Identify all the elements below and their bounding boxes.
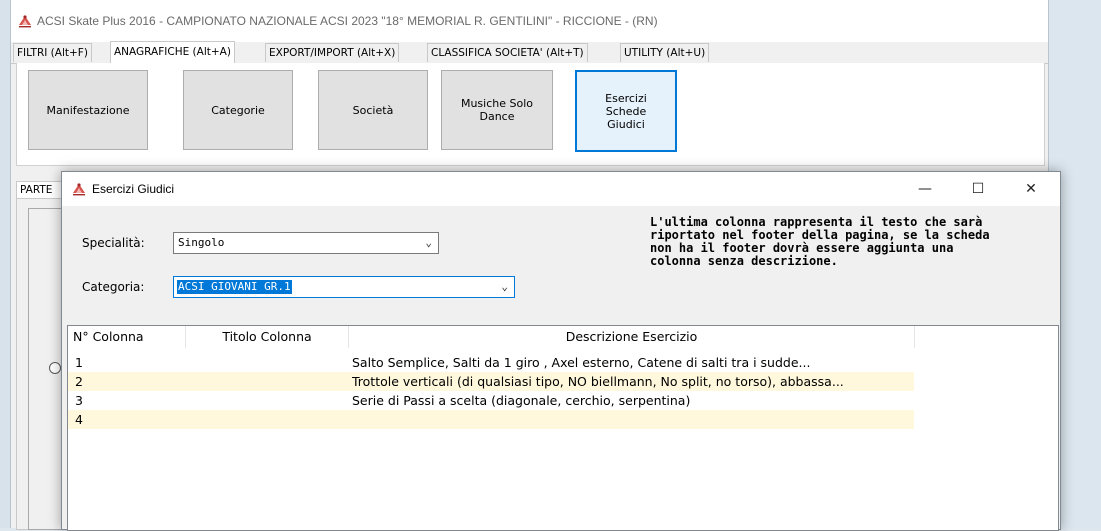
cell-num: 1: [75, 355, 83, 370]
tab-parte[interactable]: PARTE: [16, 181, 67, 199]
tab-export-import[interactable]: EXPORT/IMPORT (Alt+X): [265, 43, 400, 62]
esercizi-schede-giudici-button[interactable]: Esercizi Schede Giudici: [575, 70, 677, 152]
esercizi-grid[interactable]: N° Colonna Titolo Colonna Descrizione Es…: [67, 325, 1059, 531]
dialog-title-bar: Esercizi Giudici — ☐ ✕: [62, 172, 1060, 206]
categoria-label: Categoria:: [82, 280, 145, 294]
anagrafiche-panel: Manifestazione Categorie Società Musiche…: [16, 63, 1045, 166]
header-descrizione-esercizio[interactable]: Descrizione Esercizio: [349, 326, 915, 348]
table-row[interactable]: 1 Salto Semplice, Salti da 1 giro , Axel…: [68, 353, 914, 372]
table-row[interactable]: 4: [68, 410, 914, 429]
tab-filtri[interactable]: FILTRI (Alt+F): [13, 43, 92, 62]
tab-classifica-societa[interactable]: CLASSIFICA SOCIETA' (Alt+T): [427, 43, 588, 62]
chevron-down-icon: ⌄: [501, 280, 508, 293]
cell-descrizione: Salto Semplice, Salti da 1 giro , Axel e…: [352, 355, 811, 370]
skater-logo-icon: [73, 183, 85, 196]
societa-button[interactable]: Società: [318, 70, 428, 150]
specialita-label: Specialità:: [82, 236, 145, 250]
radio-button[interactable]: [49, 362, 61, 374]
main-title-bar: ACSI Skate Plus 2016 - CAMPIONATO NAZION…: [11, 0, 1048, 42]
categorie-button[interactable]: Categorie: [183, 70, 293, 150]
tab-utility[interactable]: UTILITY (Alt+U): [620, 43, 710, 62]
header-titolo-colonna[interactable]: Titolo Colonna: [186, 326, 349, 348]
table-row[interactable]: 3 Serie di Passi a scelta (diagonale, ce…: [68, 391, 914, 410]
grid-header: N° Colonna Titolo Colonna Descrizione Es…: [68, 326, 915, 348]
cell-num: 2: [75, 374, 83, 389]
manifestazione-button[interactable]: Manifestazione: [28, 70, 148, 150]
footer-info-text: L'ultima colonna rappresenta il testo ch…: [650, 215, 990, 268]
specialita-select[interactable]: Singolo ⌄: [173, 232, 439, 254]
chevron-down-icon: ⌄: [425, 236, 432, 249]
specialita-value: Singolo: [178, 236, 225, 249]
close-button[interactable]: ✕: [1008, 172, 1054, 206]
categoria-select[interactable]: ACSI GIOVANI GR.1 ⌄: [173, 276, 515, 298]
musiche-solo-dance-button[interactable]: Musiche Solo Dance: [441, 70, 553, 150]
table-row[interactable]: 2 Trottole verticali (di qualsiasi tipo,…: [68, 372, 914, 391]
tab-anagrafiche[interactable]: ANAGRAFICHE (Alt+A): [110, 41, 235, 63]
cell-num: 3: [75, 393, 83, 408]
dialog-title: Esercizi Giudici: [92, 182, 175, 196]
cell-num: 4: [75, 412, 83, 427]
cell-descrizione: Trottole verticali (di qualsiasi tipo, N…: [352, 374, 844, 389]
skater-logo-icon: [19, 15, 31, 28]
esercizi-giudici-dialog: Esercizi Giudici — ☐ ✕ Specialità: Singo…: [61, 171, 1061, 531]
header-num-colonna[interactable]: N° Colonna: [68, 326, 186, 348]
categoria-value: ACSI GIOVANI GR.1: [177, 280, 292, 294]
desktop-left-edge: [0, 0, 10, 528]
minimize-button[interactable]: —: [902, 172, 948, 206]
app-title: ACSI Skate Plus 2016 - CAMPIONATO NAZION…: [37, 14, 658, 28]
cell-descrizione: Serie di Passi a scelta (diagonale, cerc…: [352, 393, 691, 408]
main-tabstrip: FILTRI (Alt+F) ANAGRAFICHE (Alt+A) EXPOR…: [11, 41, 1048, 64]
maximize-button[interactable]: ☐: [955, 172, 1001, 206]
